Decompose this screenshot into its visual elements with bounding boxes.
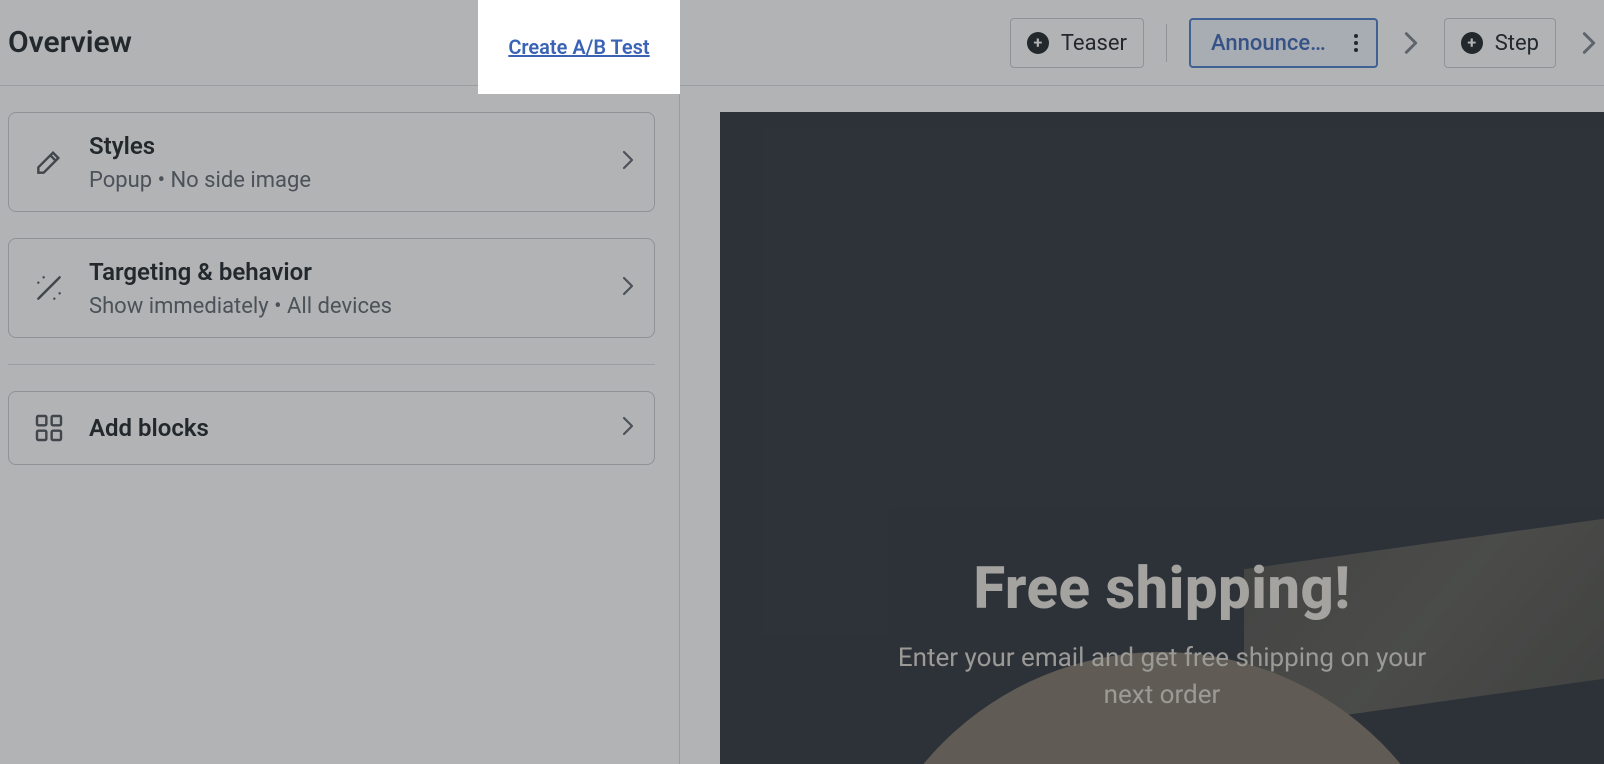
styles-title: Styles — [89, 131, 600, 162]
plus-circle-icon: + — [1027, 32, 1049, 54]
teaser-button[interactable]: + Teaser — [1010, 18, 1144, 68]
teaser-label: Teaser — [1061, 31, 1127, 56]
targeting-card[interactable]: Targeting & behavior Show immediately • … — [8, 238, 655, 338]
plus-circle-icon: + — [1461, 32, 1483, 54]
announce-button[interactable]: Announce… — [1189, 18, 1378, 68]
popup-title: Free shipping! — [897, 558, 1427, 622]
preview-panel: Free shipping! Enter your email and get … — [680, 86, 1604, 764]
add-blocks-title: Add blocks — [89, 413, 600, 444]
announce-label: Announce… — [1211, 31, 1326, 56]
step-button[interactable]: + Step — [1444, 18, 1556, 68]
pencil-icon — [31, 144, 67, 180]
chevron-right-icon — [622, 415, 634, 441]
create-ab-test-link[interactable]: Create A/B Test — [508, 35, 649, 59]
preview-canvas: Free shipping! Enter your email and get … — [720, 112, 1604, 764]
next-step-chevron-2[interactable] — [1574, 31, 1604, 55]
styles-card[interactable]: Styles Popup • No side image — [8, 112, 655, 212]
targeting-sub: Show immediately • All devices — [89, 294, 600, 319]
popup-subtitle: Enter your email and get free shipping o… — [897, 640, 1427, 715]
more-vertical-icon[interactable] — [1344, 28, 1368, 58]
targeting-title: Targeting & behavior — [89, 257, 600, 288]
divider — [1166, 24, 1167, 62]
divider — [8, 364, 655, 365]
header-steps: + Teaser Announce… + Step — [1010, 0, 1604, 86]
page-title: Overview — [8, 25, 132, 60]
chevron-right-icon — [622, 275, 634, 301]
magic-wand-icon — [31, 270, 67, 306]
add-blocks-card[interactable]: Add blocks — [8, 391, 655, 465]
next-step-chevron[interactable] — [1396, 31, 1426, 55]
popup-content: Free shipping! Enter your email and get … — [897, 558, 1427, 764]
step-label: Step — [1495, 31, 1539, 56]
header-bar: Overview + Teaser Announce… + Step — [0, 0, 1604, 86]
styles-sub: Popup • No side image — [89, 168, 600, 193]
sidebar: Styles Popup • No side image Targeting &… — [0, 86, 680, 764]
blocks-icon — [31, 410, 67, 446]
chevron-right-icon — [622, 149, 634, 175]
ab-test-highlight: Create A/B Test — [478, 0, 680, 94]
